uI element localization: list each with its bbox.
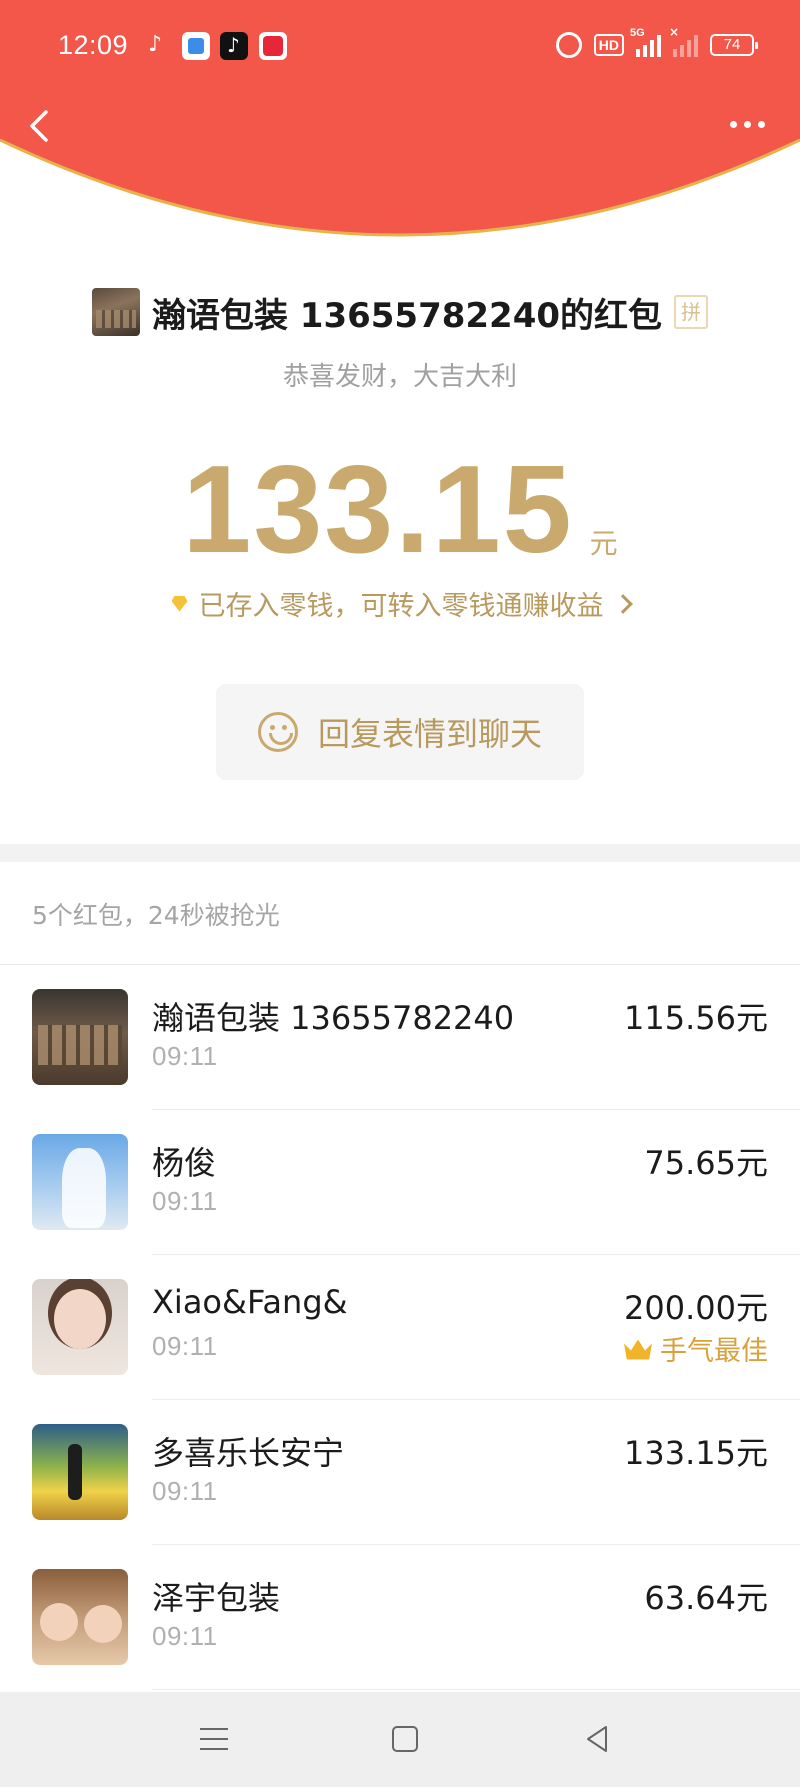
chevron-right-icon (612, 593, 633, 614)
avatar[interactable] (32, 1569, 128, 1665)
deposit-text: 已存入零钱，可转入零钱通赚收益 (198, 591, 604, 622)
receiver-list: 瀚语包装 13655782240 09:11 115.56元 杨俊 09:11 … (0, 965, 800, 1690)
menu-icon[interactable] (200, 1728, 228, 1750)
reply-sticker-button[interactable]: 回复表情到聊天 (216, 684, 584, 780)
best-luck-label: 手气最佳 (660, 1336, 768, 1367)
deposit-link[interactable]: 已存入零钱，可转入零钱通赚收益 (0, 584, 800, 623)
packet-summary: 5个红包，24秒被抢光 (32, 901, 280, 930)
more-dots-icon (730, 120, 737, 128)
sender-title-row: 瀚语包装 13655782240的红包 拼 (0, 284, 800, 340)
list-item[interactable]: 杨俊 09:11 75.65元 (0, 1110, 800, 1255)
receiver-name: Xiao&Fang& (152, 1283, 348, 1321)
receive-time: 09:11 (152, 1621, 218, 1651)
section-divider (0, 844, 800, 862)
list-item[interactable]: Xiao&Fang& 09:11 200.00元 手气最佳 (0, 1255, 800, 1400)
hd-badge: HD (593, 34, 624, 56)
receive-time: 09:11 (152, 1331, 218, 1361)
receiver-name: 泽宇包装 (152, 1579, 281, 1617)
system-nav-bar (0, 1692, 800, 1787)
list-item[interactable]: 多喜乐长安宁 09:11 133.15元 (0, 1400, 800, 1545)
battery-icon: 74 (710, 34, 758, 56)
signal-icon: 5G (630, 27, 661, 57)
avatar[interactable] (32, 1424, 128, 1520)
avatar[interactable] (32, 989, 128, 1085)
receive-amount: 133.15元 (624, 1434, 768, 1472)
received-amount: 133.15 (182, 441, 574, 579)
list-item[interactable]: 泽宇包装 09:11 63.64元 (0, 1545, 800, 1690)
receive-time: 09:11 (152, 1186, 218, 1216)
chevron-left-icon (30, 110, 48, 142)
pin-badge-icon: 拼 (674, 295, 709, 329)
receiver-name: 多喜乐长安宁 (152, 1434, 345, 1472)
avatar[interactable] (32, 1134, 128, 1230)
back-triangle-icon[interactable] (584, 1724, 610, 1754)
amount-row: 133.15 元 (0, 448, 800, 572)
status-time: 12:09 (58, 30, 129, 60)
receive-time: 09:11 (152, 1041, 218, 1071)
receive-time: 09:11 (152, 1476, 218, 1506)
receive-amount: 75.65元 (644, 1144, 768, 1182)
alarm-icon (555, 32, 582, 58)
status-indicators: HD 5G × 74 (555, 25, 758, 58)
list-item[interactable]: 瀚语包装 13655782240 09:11 115.56元 (0, 965, 800, 1110)
music-note-icon: ♪ (148, 32, 163, 57)
crown-icon (624, 1338, 652, 1360)
reply-label: 回复表情到聊天 (317, 715, 542, 753)
tiktok-icon (220, 32, 248, 60)
sender-title: 瀚语包装 13655782240的红包 (151, 295, 663, 336)
receive-amount: 115.56元 (624, 999, 768, 1037)
diamond-icon (171, 596, 189, 612)
app-notification-icon (182, 32, 210, 60)
amount-unit: 元 (589, 527, 618, 560)
avatar[interactable] (32, 1279, 128, 1375)
more-button[interactable] (730, 114, 770, 134)
network-label: 5G (630, 27, 645, 39)
receive-amount: 200.00元 (624, 1289, 768, 1327)
receiver-name: 杨俊 (152, 1144, 217, 1182)
status-bar: 12:09 ♪ HD 5G × 74 (0, 25, 800, 68)
home-icon[interactable] (392, 1726, 418, 1752)
best-luck-badge: 手气最佳 (624, 1329, 768, 1368)
back-button[interactable] (24, 106, 54, 146)
smile-icon (257, 712, 298, 752)
row-divider (152, 1689, 800, 1690)
app-notification-icon-2 (259, 32, 287, 60)
receiver-name: 瀚语包装 13655782240 (152, 999, 515, 1037)
blessing-text: 恭喜发财，大吉大利 (282, 362, 517, 392)
receive-amount: 63.64元 (644, 1579, 768, 1617)
signal-icon-2: × (669, 25, 698, 57)
sender-avatar (91, 288, 140, 336)
